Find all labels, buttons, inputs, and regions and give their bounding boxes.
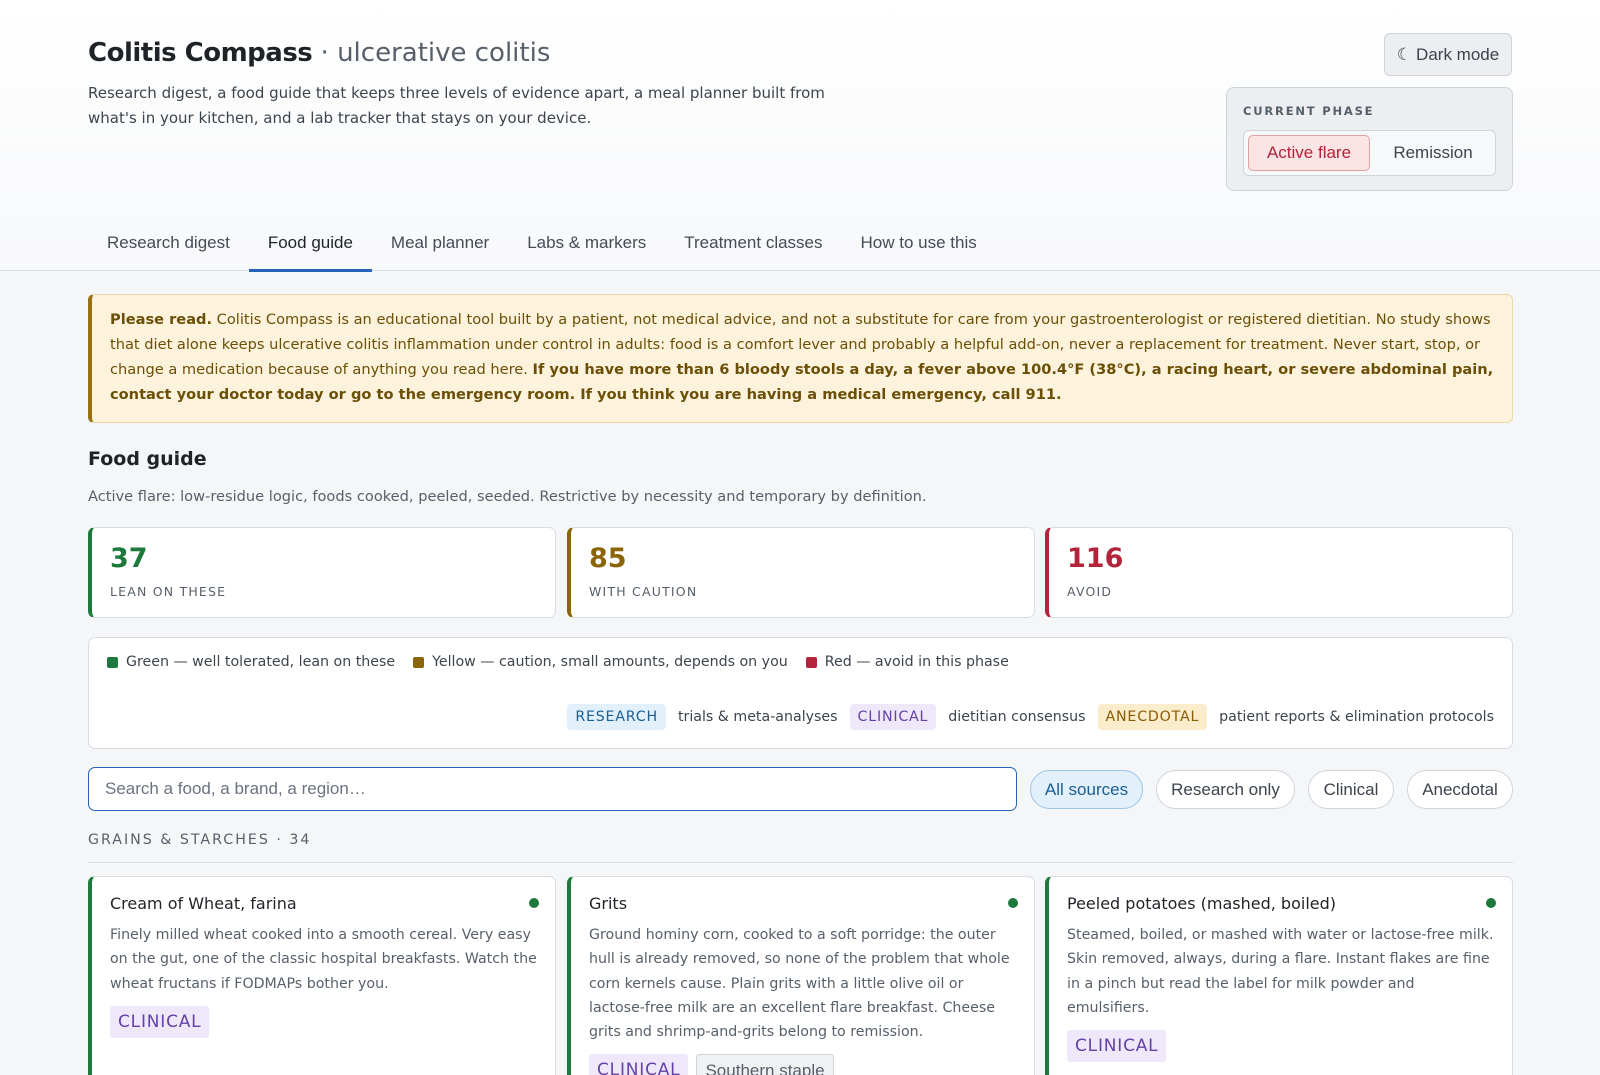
stat-card-green: 37 LEAN ON THESE: [88, 527, 556, 618]
yellow-square-icon: [413, 656, 425, 668]
dark-mode-button[interactable]: ☾ Dark mode: [1384, 33, 1512, 76]
stat-label: WITH CAUTION: [589, 584, 698, 599]
stat-card-yellow: 85 WITH CAUTION: [567, 527, 1035, 618]
group-header: GRAINS & STARCHES · 34: [88, 832, 312, 848]
dark-mode-label: Dark mode: [1416, 44, 1500, 64]
phase-toggle: Active flare Remission: [1243, 130, 1496, 176]
red-square-icon: [805, 656, 817, 668]
clinical-source-badge: CLINICAL: [849, 704, 937, 730]
stat-card-red: 116 AVOID: [1045, 527, 1513, 618]
filter-research-only[interactable]: Research only: [1156, 770, 1295, 809]
green-status-dot-icon: [1008, 898, 1018, 908]
stat-value: 37: [110, 543, 148, 574]
food-title: Cream of Wheat, farina: [110, 894, 297, 913]
clinical-tag: CLINICAL: [110, 1005, 210, 1038]
legend-panel: Green — well tolerated, lean on these Ye…: [88, 637, 1513, 749]
section-description: Active flare: low-residue logic, foods c…: [88, 488, 927, 505]
header: Colitis Compass · ulcerative colitis Res…: [0, 0, 1600, 272]
tab-research-digest[interactable]: Research digest: [88, 226, 249, 271]
app-title: Colitis Compass · ulcerative colitis: [88, 38, 550, 68]
legend-text: Red — avoid in this phase: [824, 654, 1009, 670]
food-title: Peeled potatoes (mashed, boiled): [1067, 894, 1337, 913]
tab-food-guide[interactable]: Food guide: [248, 226, 372, 272]
main-tabs: Research digest Food guide Meal planner …: [88, 226, 996, 272]
research-source-badge: RESEARCH: [567, 704, 666, 730]
food-description: Steamed, boiled, or mashed with water or…: [1067, 927, 1494, 1016]
legend-item-red: Red — avoid in this phase: [805, 654, 1009, 670]
section-title: Food guide: [88, 448, 207, 470]
group-divider: [88, 862, 1513, 863]
tab-how-to-use[interactable]: How to use this: [842, 226, 996, 271]
stat-label: AVOID: [1067, 584, 1113, 599]
legend-text: Yellow — caution, small amounts, depends…: [432, 654, 788, 670]
food-description: Finely milled wheat cooked into a smooth…: [110, 927, 537, 992]
food-description: Ground hominy corn, cooked to a soft por…: [589, 927, 1010, 1041]
filter-clinical[interactable]: Clinical: [1308, 770, 1394, 809]
title-separator: ·: [312, 38, 338, 68]
food-search-input[interactable]: Search a food, a brand, a region…: [88, 767, 1017, 811]
anecdotal-source-badge: ANECDOTAL: [1097, 704, 1208, 730]
food-card[interactable]: Grits Ground hominy corn, cooked to a so…: [567, 876, 1035, 1075]
source-description: trials & meta-analyses: [677, 709, 838, 725]
moon-icon: ☾: [1396, 44, 1413, 64]
clinical-tag: CLINICAL: [1067, 1030, 1167, 1063]
phase-label: CURRENT PHASE: [1243, 104, 1375, 118]
filter-all-sources[interactable]: All sources: [1030, 770, 1143, 809]
tab-meal-planner[interactable]: Meal planner: [372, 226, 508, 271]
legend-item-yellow: Yellow — caution, small amounts, depends…: [413, 654, 788, 670]
stat-value: 116: [1067, 543, 1124, 574]
app-condition: ulcerative colitis: [337, 38, 551, 68]
southern-staple-tag: Southern staple: [696, 1054, 834, 1075]
notice-lead: Please read.: [110, 311, 213, 328]
app-name: Colitis Compass: [88, 38, 313, 68]
food-card[interactable]: Peeled potatoes (mashed, boiled) Steamed…: [1045, 876, 1513, 1075]
green-status-dot-icon: [529, 898, 539, 908]
app-tagline: Research digest, a food guide that keeps…: [88, 84, 825, 127]
phase-option-remission[interactable]: Remission: [1374, 135, 1492, 171]
green-status-dot-icon: [1486, 898, 1496, 908]
tab-treatment-classes[interactable]: Treatment classes: [665, 226, 841, 271]
source-description: dietitian consensus: [948, 709, 1086, 725]
tab-labs-markers[interactable]: Labs & markers: [508, 226, 665, 271]
stat-value: 85: [589, 543, 627, 574]
filter-anecdotal[interactable]: Anecdotal: [1407, 770, 1513, 809]
phase-selector: CURRENT PHASE Active flare Remission: [1226, 87, 1513, 191]
clinical-tag: CLINICAL: [589, 1054, 689, 1075]
phase-option-active-flare[interactable]: Active flare: [1248, 135, 1370, 171]
source-description: patient reports & elimination protocols: [1219, 709, 1494, 725]
food-card[interactable]: Cream of Wheat, farina Finely milled whe…: [88, 876, 556, 1075]
food-title: Grits: [589, 894, 628, 913]
stat-label: LEAN ON THESE: [110, 584, 227, 599]
green-square-icon: [107, 656, 118, 668]
legend-item-green: Green — well tolerated, lean on these: [107, 654, 395, 670]
legend-text: Green — well tolerated, lean on these: [126, 654, 396, 670]
disclaimer-notice: Please read. Colitis Compass is an educa…: [88, 294, 1513, 423]
